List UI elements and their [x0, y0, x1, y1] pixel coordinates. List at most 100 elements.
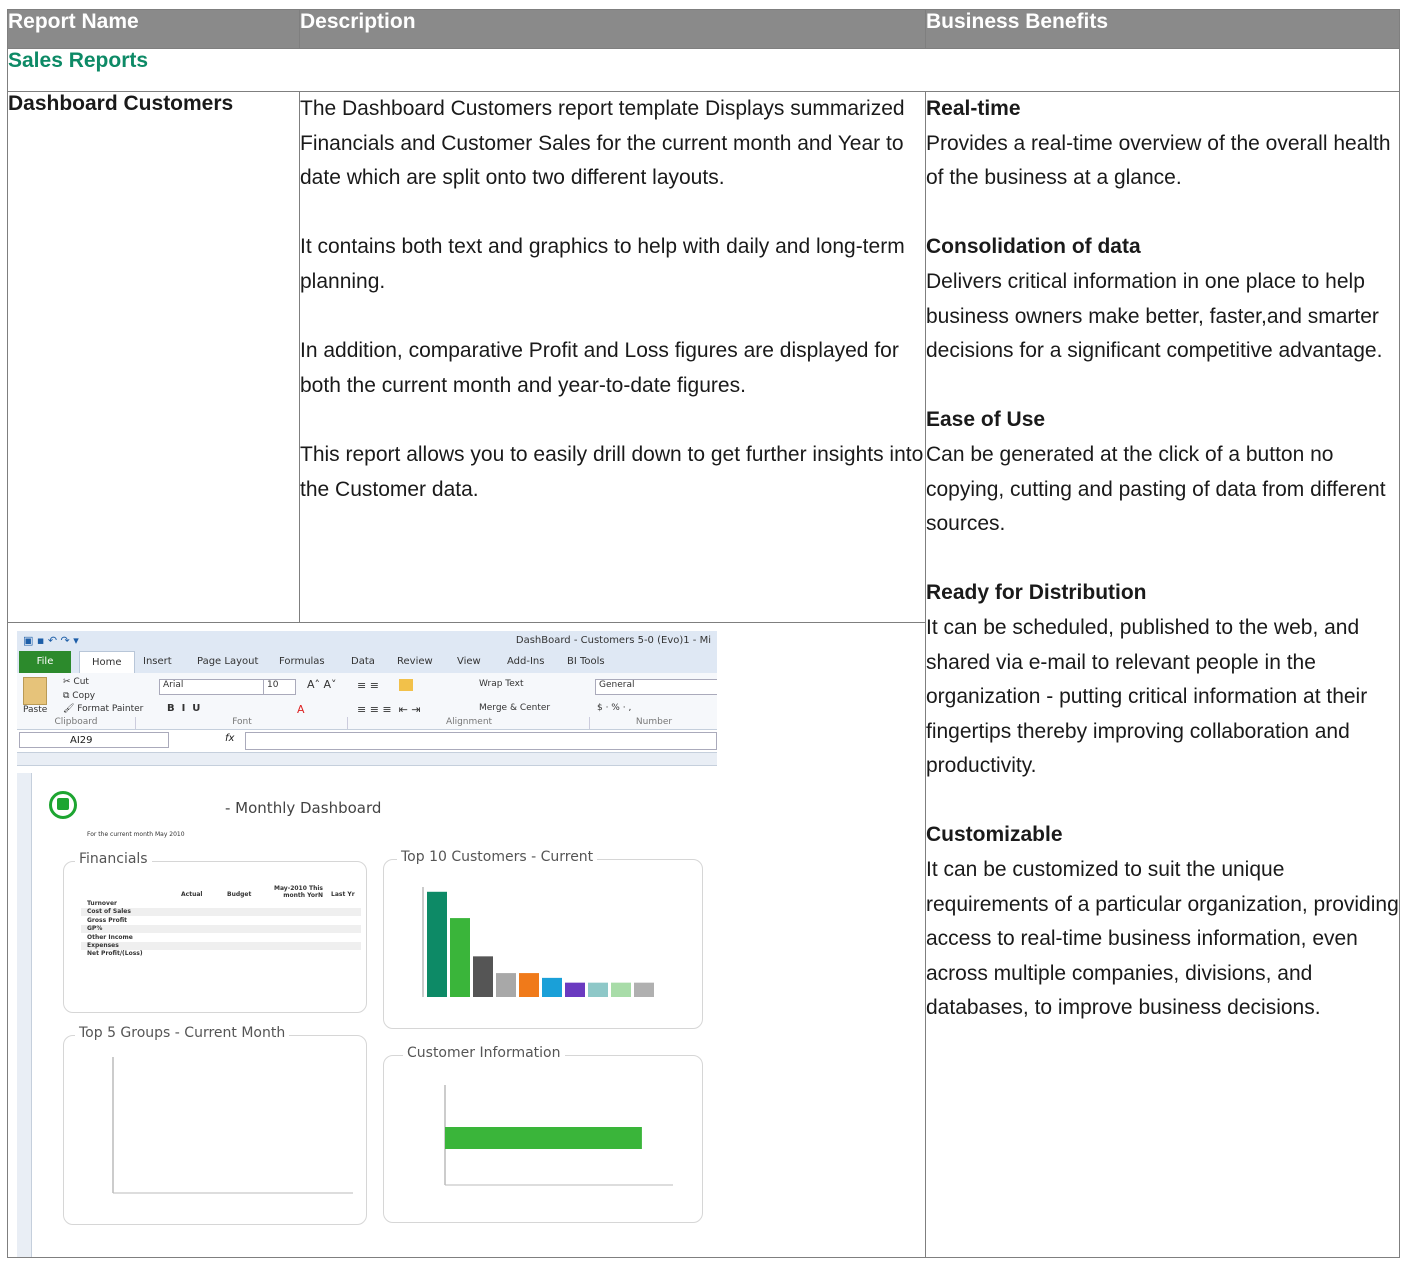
tab-page-layout[interactable]: Page Layout	[197, 656, 258, 667]
financials-row: Net Profit/(Loss)	[87, 950, 143, 958]
financials-col-month: May-2010 This month YorN	[273, 885, 323, 899]
align-top-icons[interactable]: ≡ ≡	[357, 679, 379, 692]
excel-titlebar: ▣ ▪ ↶ ↷ ▾ DashBoard - Customers 5-0 (Evo…	[17, 631, 717, 651]
top10-bar	[565, 982, 585, 997]
window-title: DashBoard - Customers 5-0 (Evo)1 - Mi	[515, 635, 711, 646]
row-headers	[17, 773, 32, 1257]
top10-title: Top 10 Customers - Current	[397, 849, 598, 865]
cut-label: Cut	[73, 677, 89, 687]
section-row: Sales Reports	[7, 48, 1400, 92]
benefit-title: Ease of Use	[926, 408, 1046, 432]
tab-file[interactable]: File	[19, 651, 71, 673]
align-bottom-icon[interactable]	[399, 679, 413, 691]
report-description: The Dashboard Customers report template …	[299, 91, 926, 623]
financials-title: Financials	[75, 851, 152, 867]
benefit-title: Real-time	[926, 97, 1021, 120]
tab-view[interactable]: View	[457, 656, 481, 667]
benefit-text: Delivers critical information in one pla…	[926, 269, 1383, 363]
top10-bar	[519, 973, 539, 997]
font-size-select[interactable]: 10	[263, 679, 296, 695]
description-paragraph: In addition, comparative Profit and Loss…	[300, 339, 899, 397]
report-document: Report Name Description Business Benefit…	[7, 9, 1400, 1281]
top10-bar	[427, 891, 447, 997]
tab-review[interactable]: Review	[397, 656, 433, 667]
dashboard-title: - Monthly Dashboard	[225, 799, 382, 817]
paste-icon[interactable]	[23, 677, 47, 705]
group-alignment: Alignment	[349, 717, 590, 729]
paste-label[interactable]: Paste	[23, 705, 47, 715]
custinfo-chart	[444, 1085, 673, 1186]
top10-bar	[473, 956, 493, 997]
benefit-block: Ease of Use Can be generated at the clic…	[926, 403, 1399, 541]
top10-bar	[634, 982, 654, 997]
format-painter-button[interactable]: 🖌 Format Painter	[63, 704, 143, 714]
formula-bar: AI29 fx	[17, 730, 717, 753]
benefit-block: Real-time Provides a real-time overview …	[926, 92, 1399, 196]
financials-col-actual: Actual	[181, 891, 203, 898]
fx-icon[interactable]: fx	[225, 733, 234, 744]
excel-screenshot: ▣ ▪ ↶ ↷ ▾ DashBoard - Customers 5-0 (Evo…	[17, 631, 717, 1257]
header-report-name: Report Name	[7, 9, 300, 49]
tab-bi-tools[interactable]: BI Tools	[567, 656, 605, 667]
header-business-benefits: Business Benefits	[925, 9, 1400, 49]
copy-button[interactable]: ⧉ Copy	[63, 691, 95, 701]
font-color-icon[interactable]: A	[297, 703, 305, 716]
description-paragraph: The Dashboard Customers report template …	[300, 97, 905, 190]
home-icon[interactable]	[49, 791, 77, 819]
custinfo-title: Customer Information	[403, 1045, 565, 1061]
benefit-title: Customizable	[926, 823, 1063, 847]
report-row: Dashboard Customers The Dashboard Custom…	[7, 91, 1400, 1258]
benefit-block: Customizable It can be customized to sui…	[926, 818, 1399, 1026]
group-font: Font	[137, 717, 348, 729]
financials-row: Gross Profit	[87, 916, 128, 924]
tab-data[interactable]: Data	[351, 656, 375, 667]
group-number: Number	[591, 717, 717, 729]
benefit-text: It can be customized to suit the unique …	[926, 858, 1399, 1020]
ribbon-tabs: File Home Insert Page Layout Formulas Da…	[17, 651, 717, 674]
financials-rows: Turnover Cost of Sales Gross Profit GP% …	[87, 900, 143, 959]
quick-access-icons: ▣ ▪ ↶ ↷ ▾	[23, 634, 79, 647]
formula-input[interactable]	[245, 732, 717, 750]
tab-home[interactable]: Home	[79, 651, 135, 674]
font-grow-icon[interactable]: A˄ A˅	[307, 678, 337, 691]
benefit-text: Provides a real-time overview of the ove…	[926, 131, 1391, 190]
report-name: Dashboard Customers	[7, 91, 300, 623]
tab-insert[interactable]: Insert	[143, 656, 172, 667]
financials-row: Turnover	[87, 900, 117, 907]
wrap-text-button[interactable]: Wrap Text	[479, 679, 524, 689]
top5-title: Top 5 Groups - Current Month	[75, 1025, 290, 1041]
business-benefits: Real-time Provides a real-time overview …	[925, 91, 1400, 1258]
align-icons[interactable]: ≡ ≡ ≡ ⇤ ⇥	[357, 703, 421, 716]
top10-bar	[496, 973, 516, 997]
header-row: Report Name Description Business Benefit…	[7, 9, 1400, 49]
benefit-text: It can be scheduled, published to the we…	[926, 615, 1368, 778]
benefit-text: Can be generated at the click of a butto…	[926, 442, 1386, 536]
financials-col-budget: Budget	[227, 891, 252, 898]
ribbon: Paste ✂ Cut ⧉ Copy 🖌 Format Painter Aria…	[17, 673, 717, 730]
top10-bar	[542, 977, 562, 997]
number-format-icons[interactable]: $ · % · ,	[597, 703, 631, 713]
benefit-title: Consolidation of data	[926, 235, 1141, 259]
top10-bar	[611, 982, 631, 997]
group-clipboard: Clipboard	[17, 717, 136, 729]
top5-chart	[112, 1057, 353, 1194]
number-format-select[interactable]: General	[595, 679, 717, 695]
top10-chart	[422, 887, 654, 997]
tab-formulas[interactable]: Formulas	[279, 656, 325, 667]
financials-col-lastyr: Last Yr	[331, 891, 355, 898]
screenshot-cell: ▣ ▪ ↶ ↷ ▾ DashBoard - Customers 5-0 (Evo…	[7, 622, 926, 1258]
financials-row: Other Income	[87, 933, 133, 941]
merge-center-button[interactable]: Merge & Center	[479, 703, 550, 713]
financials-row: Expenses	[87, 942, 119, 950]
font-name-select[interactable]: Arial	[159, 679, 264, 695]
name-box[interactable]: AI29	[19, 732, 169, 748]
top10-bar	[588, 982, 608, 997]
header-description: Description	[299, 9, 926, 49]
top10-bar	[450, 918, 470, 997]
bold-italic-underline-icons[interactable]: B I U	[167, 703, 200, 714]
financials-row: Cost of Sales	[87, 908, 131, 916]
tab-add-ins[interactable]: Add-Ins	[507, 656, 544, 667]
dashboard-sheet: - Monthly Dashboard For the current mont…	[31, 773, 717, 1257]
format-painter-label: Format Painter	[77, 704, 144, 714]
cut-button[interactable]: ✂ Cut	[63, 677, 89, 687]
